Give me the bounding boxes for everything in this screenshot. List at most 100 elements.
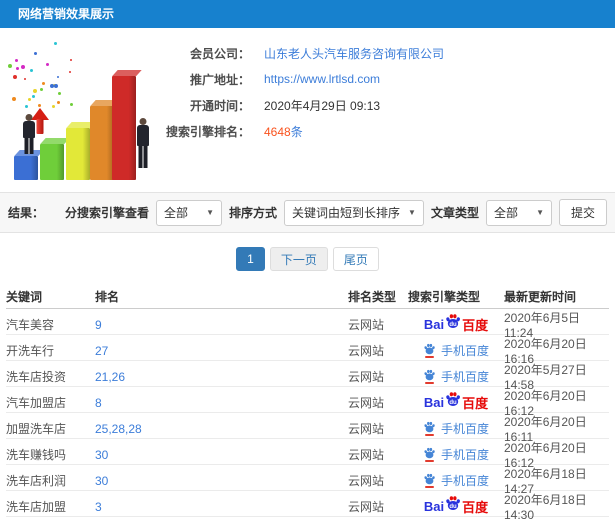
- pagination: 1 下一页 尾页: [0, 247, 615, 271]
- col-updated: 最新更新时间: [504, 290, 577, 304]
- confetti-dot: [69, 70, 72, 73]
- baidu-paw-icon: du: [445, 392, 461, 410]
- open-time-row: 开通时间： 2020年4月29日 09:13: [160, 92, 444, 118]
- rank-unit: 条: [290, 124, 303, 139]
- article-type-select[interactable]: 全部 ▼: [485, 199, 552, 226]
- confetti-dot: [11, 96, 16, 101]
- confetti-dot: [56, 76, 59, 79]
- baidu-mobile-paw-icon: [423, 369, 436, 384]
- baidu-mobile-logo: 手机百度: [423, 472, 489, 489]
- company-link[interactable]: 山东老人头汽车服务咨询有限公司: [264, 45, 444, 62]
- confetti-dot: [51, 104, 55, 108]
- engine-rank-value: 4648条: [264, 123, 303, 140]
- sort-label: 排序方式: [229, 206, 278, 220]
- confetti-dot: [54, 41, 58, 45]
- result-label: 结果：: [8, 206, 45, 220]
- table-row: 加盟洗车店 25,28,28 云网站 手机百度 2020年6月20日 16:11: [6, 413, 609, 444]
- rank-cell: 25,28,28: [95, 422, 348, 436]
- open-time-label: 开通时间：: [189, 98, 250, 113]
- engine-rank-label: 搜索引擎排名：: [165, 124, 250, 139]
- next-page-button[interactable]: 下一页: [269, 247, 328, 271]
- confetti-dot: [56, 101, 60, 105]
- promo-url-label: 推广地址：: [189, 72, 250, 87]
- col-engine-type: 搜索引擎类型: [408, 290, 481, 304]
- illustration-bar: [66, 122, 96, 180]
- baidu-paw-icon: du: [445, 496, 461, 514]
- member-info-rows: 会员公司： 山东老人头汽车服务咨询有限公司 推广地址： https://www.…: [160, 40, 444, 144]
- rank-link[interactable]: 9: [95, 318, 102, 332]
- engine-select[interactable]: 全部 ▼: [156, 199, 223, 226]
- rank-link[interactable]: 30: [95, 474, 108, 488]
- member-info-section: 会员公司： 山东老人头汽车服务咨询有限公司 推广地址： https://www.…: [0, 28, 615, 192]
- keyword-rank-table: 关键词 排名 排名类型 搜索引擎类型 最新更新时间 汽车美容 9 云网站 Bai du 百…: [6, 285, 609, 520]
- rank-link[interactable]: 8: [95, 396, 102, 410]
- updated-time-cell: 2020年6月18日 14:30: [504, 493, 587, 520]
- engine-type-cell: 手机百度: [408, 472, 504, 489]
- keyword-cell: 洗车店利润: [6, 474, 67, 488]
- filter-bar: 结果： 分搜索引擎查看 全部 ▼ 排序方式 关键词由短到长排序 ▼ 文章类型 全…: [0, 192, 615, 233]
- keyword-cell: 汽车加盟店: [6, 396, 67, 410]
- rank-cell: 30: [95, 448, 348, 462]
- rank-type-cell: 云网站: [348, 448, 385, 462]
- confetti-dot: [70, 58, 73, 61]
- baidu-mobile-logo: 手机百度: [423, 446, 489, 463]
- svg-text:du: du: [449, 322, 457, 328]
- rank-cell: 30: [95, 474, 348, 488]
- keyword-cell: 洗车店加盟: [6, 500, 67, 514]
- confetti-dot: [58, 92, 62, 96]
- engine-type-cell: Bai du 百度: [408, 392, 504, 412]
- confetti-dot: [28, 98, 32, 102]
- baidu-logo: Bai du 百度: [424, 314, 488, 334]
- rank-link[interactable]: 21,26: [95, 370, 125, 384]
- rank-type-cell: 云网站: [348, 474, 385, 488]
- confetti-dot: [30, 68, 34, 72]
- table-row: 洗车赚钱吗 30 云网站 手机百度 2020年6月20日 16:12: [6, 439, 609, 470]
- rank-link[interactable]: 25,28,28: [95, 422, 142, 436]
- baidu-logo: Bai du 百度: [424, 392, 488, 412]
- engine-type-cell: 手机百度: [408, 342, 504, 359]
- confetti-dot: [32, 88, 37, 93]
- page-1-button[interactable]: 1: [236, 247, 265, 271]
- rank-type-cell: 云网站: [348, 318, 385, 332]
- keyword-cell: 开洗车行: [6, 344, 55, 358]
- svg-text:du: du: [449, 400, 457, 406]
- engine-type-cell: 手机百度: [408, 446, 504, 463]
- baidu-logo: Bai du 百度: [424, 496, 488, 516]
- svg-text:du: du: [449, 504, 457, 510]
- confetti-dot: [15, 67, 19, 71]
- confetti-dot: [21, 64, 26, 69]
- rank-cell: 21,26: [95, 370, 348, 384]
- table-row: 汽车加盟店 8 云网站 Bai du 百度 2020年6月20日 16:12: [6, 387, 609, 418]
- rank-link[interactable]: 30: [95, 448, 108, 462]
- confetti-dot: [49, 83, 54, 88]
- bar-chart-illustration: [0, 36, 178, 188]
- confetti-dot: [25, 105, 29, 109]
- rank-type-cell: 云网站: [348, 500, 385, 514]
- company-label: 会员公司：: [189, 46, 250, 61]
- engine-rank-row: 搜索引擎排名： 4648条: [160, 118, 444, 144]
- app-header: 网络营销效果展示: [0, 0, 615, 28]
- keyword-cell: 洗车赚钱吗: [6, 448, 67, 462]
- submit-button[interactable]: 提交: [558, 199, 607, 226]
- illustration-bar: [40, 138, 70, 180]
- caret-down-icon: ▼: [408, 208, 416, 217]
- rank-cell: 8: [95, 396, 348, 410]
- rank-link[interactable]: 3: [95, 500, 102, 514]
- table-row: 洗车店加盟 3 云网站 Bai du 百度 2020年6月18日 14:30: [6, 491, 609, 520]
- table-row: 洗车店利润 30 云网站 手机百度 2020年6月18日 14:27: [6, 465, 609, 496]
- confetti-dot: [32, 95, 36, 99]
- baidu-mobile-logo: 手机百度: [423, 420, 489, 437]
- rank-type-cell: 云网站: [348, 370, 385, 384]
- sort-select[interactable]: 关键词由短到长排序 ▼: [284, 199, 424, 226]
- engine-type-cell: Bai du 百度: [408, 314, 504, 334]
- confetti-dot: [7, 64, 12, 69]
- last-page-button[interactable]: 尾页: [332, 247, 379, 271]
- caret-down-icon: ▼: [206, 208, 215, 217]
- confetti-dot: [53, 84, 58, 89]
- rank-link[interactable]: 27: [95, 344, 108, 358]
- promo-url-link[interactable]: https://www.lrtlsd.com: [264, 72, 380, 86]
- article-type-label: 文章类型: [430, 206, 479, 220]
- page-title: 网络营销效果展示: [18, 7, 115, 21]
- article-type-select-value: 全部: [493, 206, 518, 220]
- rank-cell: 27: [95, 344, 348, 358]
